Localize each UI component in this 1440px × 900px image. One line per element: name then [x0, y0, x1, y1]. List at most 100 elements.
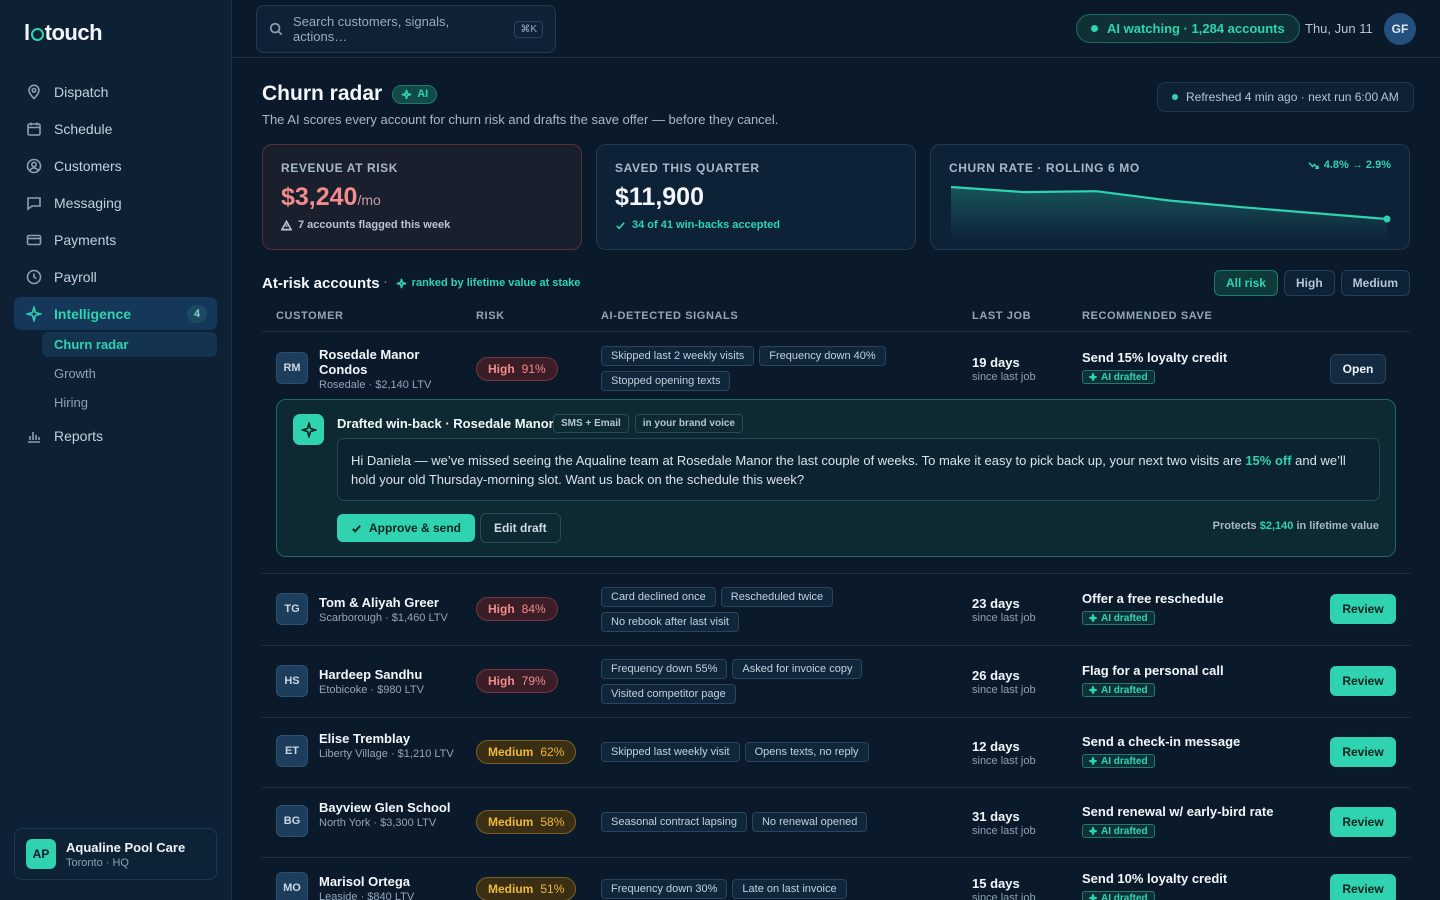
org-switcher[interactable]: AP Aqualine Pool Care Toronto · HQ — [14, 828, 217, 880]
risk-score: 58% — [540, 815, 565, 829]
recommended-save: Send renewal w/ early-bird rate AI draft… — [1082, 804, 1273, 838]
customer-name[interactable]: Rosedale Manor Condos Rosedale · $2,140 L… — [319, 347, 464, 392]
user-avatar[interactable]: GF — [1384, 13, 1416, 45]
customer-meta: Leaside · $840 LTV — [319, 891, 415, 900]
search-shortcut: ⌘K — [514, 20, 543, 38]
last-job: 15 days since last job — [972, 876, 1036, 900]
sidebar-item-messaging[interactable]: Messaging — [14, 186, 217, 219]
section-note: · ranked by lifetime value at stake — [384, 277, 580, 289]
protects-text: Protects — [1212, 520, 1257, 532]
risk-score: 79% — [521, 674, 546, 688]
sidebar-item-intelligence[interactable]: Intelligence 4 — [14, 297, 217, 330]
sidebar-item-reports[interactable]: Reports — [14, 419, 217, 452]
customer-name-text: Bayview Glen School — [319, 800, 451, 815]
ai-drafted-badge: AI drafted — [1082, 370, 1155, 384]
customer-name[interactable]: Elise Tremblay Liberty Village · $1,210 L… — [319, 731, 464, 761]
signal-chip: No rebook after last visit — [601, 612, 739, 632]
kpi-revenue-at-risk[interactable]: REVENUE AT RISK $3,240/mo 7 accounts fla… — [262, 144, 582, 250]
kpi-saved-this-quarter[interactable]: SAVED THIS QUARTER $11,900 34 of 41 win-… — [596, 144, 916, 250]
bar-chart-icon — [28, 431, 40, 443]
customer-avatar: HS — [276, 665, 308, 697]
column-header-customer[interactable]: CUSTOMER — [276, 310, 344, 322]
filter-high[interactable]: High — [1283, 270, 1335, 296]
signal-chip: Asked for invoice copy — [732, 659, 863, 679]
review-button[interactable]: Review — [1330, 737, 1396, 767]
sparkle-icon — [396, 278, 406, 288]
column-header-risk[interactable]: RISK — [476, 310, 505, 322]
customer-meta: Etobicoke · $980 LTV — [319, 684, 424, 696]
customer-name[interactable]: Tom & Aliyah Greer Scarborough · $1,460 L… — [319, 595, 464, 625]
risk-badge: High 84% — [476, 597, 558, 621]
customer-name[interactable]: Marisol Ortega Leaside · $840 LTV — [319, 874, 464, 900]
subnav-item-growth[interactable]: Growth — [42, 361, 217, 386]
approve-label: Approve & send — [369, 521, 462, 535]
customer-avatar: ET — [276, 735, 308, 767]
page-title-text: Churn radar — [262, 82, 383, 105]
ai-drafted-label: AI drafted — [1101, 892, 1148, 900]
sparkle-icon — [300, 421, 317, 438]
churn-delta: 4.8% → 2.9% — [1308, 159, 1391, 171]
customer-name[interactable]: Bayview Glen School North York · $3,300 L… — [319, 800, 464, 830]
risk-level: Medium — [488, 815, 534, 829]
risk-level: Medium — [488, 882, 534, 896]
save-action: Send a check-in message — [1082, 734, 1241, 749]
risk-score: 62% — [540, 745, 565, 759]
open-button[interactable]: Open — [1330, 354, 1386, 384]
check-icon — [616, 221, 625, 229]
kpi-churn-rate[interactable]: CHURN RATE · ROLLING 6 MO 4.8% → 2.9% — [930, 144, 1410, 250]
customer-name-text: Elise Tremblay — [319, 731, 411, 746]
sidebar-item-dispatch[interactable]: Dispatch — [14, 75, 217, 108]
subnav-item-hiring[interactable]: Hiring — [42, 390, 217, 415]
sidebar-nav: Dispatch Schedule Customers Messaging Pa… — [14, 75, 217, 456]
table-row[interactable]: TG Tom & Aliyah Greer Scarborough · $1,46… — [262, 574, 1410, 646]
kpi-amount: $3,240 — [281, 183, 358, 211]
table-row[interactable]: HS Hardeep Sandhu Etobicoke · $980 LTV Hi… — [262, 646, 1410, 718]
approve-send-button[interactable]: Approve & send — [337, 514, 476, 542]
ai-drafted-badge: AI drafted — [1082, 824, 1155, 838]
table-row[interactable]: MO Marisol Ortega Leaside · $840 LTV Medi… — [262, 858, 1410, 900]
recommended-save: Send 15% loyalty credit AI drafted — [1082, 350, 1227, 384]
search-input[interactable]: Search customers, signals, actions… ⌘K — [256, 5, 556, 53]
signal-chip: Frequency down 30% — [601, 879, 728, 899]
last-job-days: 19 days — [972, 355, 1020, 370]
review-button[interactable]: Review — [1330, 807, 1396, 837]
customer-name-text: Hardeep Sandhu — [319, 667, 423, 682]
check-icon — [352, 524, 361, 533]
sidebar-item-schedule[interactable]: Schedule — [14, 112, 217, 145]
customer-name[interactable]: Hardeep Sandhu Etobicoke · $980 LTV — [319, 667, 464, 697]
customer-name-text: Marisol Ortega — [319, 874, 411, 889]
signal-chip: Visited competitor page — [601, 684, 736, 704]
ai-status-pill[interactable]: AI watching · 1,284 accounts — [1076, 14, 1300, 43]
last-job: 12 days since last job — [972, 739, 1036, 767]
table-row[interactable]: BG Bayview Glen School North York · $3,30… — [262, 788, 1410, 858]
sidebar-item-customers[interactable]: Customers — [14, 149, 217, 182]
column-header-last-job[interactable]: LAST JOB — [972, 310, 1031, 322]
chart-title: CHURN RATE · ROLLING 6 MO — [949, 161, 1140, 175]
risk-level: High — [488, 362, 515, 376]
refresh-status[interactable]: Refreshed 4 min ago · next run 6:00 AM — [1157, 82, 1414, 112]
draft-message[interactable]: Hi Daniela — we’ve missed seeing the Aqu… — [337, 438, 1380, 501]
customer-meta: Liberty Village · $1,210 LTV — [319, 748, 454, 760]
warning-icon — [281, 219, 292, 230]
app-logo[interactable]: l touch — [24, 20, 103, 46]
section-title: At-risk accounts — [262, 275, 380, 292]
sparkle-icon — [401, 89, 412, 99]
sidebar-item-payroll[interactable]: Payroll — [14, 260, 217, 293]
filter-all-risk[interactable]: All risk — [1213, 270, 1278, 296]
sidebar-item-payments[interactable]: Payments — [14, 223, 217, 256]
column-header-recommended-save[interactable]: RECOMMENDED SAVE — [1082, 310, 1212, 322]
last-job-caption: since last job — [972, 892, 1036, 900]
review-button[interactable]: Review — [1330, 666, 1396, 696]
table-row[interactable]: ET Elise Tremblay Liberty Village · $1,21… — [262, 718, 1410, 788]
sidebar: l touch Dispatch Schedule Customers Messa… — [0, 0, 232, 900]
signal-chip: Frequency down 40% — [759, 346, 886, 366]
last-job: 19 days since last job — [972, 355, 1036, 383]
filter-medium[interactable]: Medium — [1340, 270, 1410, 296]
review-button[interactable]: Review — [1330, 594, 1396, 624]
edit-draft-button[interactable]: Edit draft — [480, 513, 561, 543]
last-job-caption: since last job — [972, 371, 1036, 383]
subnav-item-churn-radar[interactable]: Churn radar — [42, 332, 217, 357]
column-header-signals[interactable]: AI-DETECTED SIGNALS — [601, 310, 738, 322]
review-button[interactable]: Review — [1330, 874, 1396, 900]
protects-amount: $2,140 — [1259, 520, 1294, 532]
